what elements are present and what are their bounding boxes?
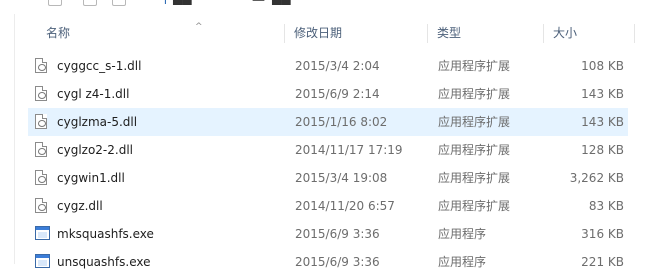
column-header-bar: 名称 ^ 修改日期 类型 大小	[15, 20, 635, 47]
dll-file-icon	[35, 198, 47, 213]
navigation-pane-edge	[0, 14, 15, 264]
toolbar-button-icon[interactable]	[112, 0, 126, 6]
file-row[interactable]: mksquashfs.exe 2015/6/9 3:36 应用程序 316 KB	[28, 220, 628, 248]
file-list: cyggcc_s-1.dll 2015/3/4 2:04 应用程序扩展 108 …	[28, 52, 628, 276]
column-header-size[interactable]: 大小	[544, 20, 635, 47]
file-size: 316 KB	[581, 227, 624, 241]
file-row-hovered[interactable]: cyglzma-5.dll 2015/1/16 8:02 应用程序扩展 143 …	[28, 108, 628, 136]
file-size: 221 KB	[581, 255, 624, 269]
file-row[interactable]: unsquashfs.exe 2015/6/9 3:36 应用程序 221 KB	[28, 248, 628, 276]
column-header-type[interactable]: 类型	[428, 20, 544, 47]
dll-file-icon	[35, 114, 47, 129]
toolbar-button-icon[interactable]	[83, 0, 97, 6]
file-date-modified: 2015/6/9 3:36	[295, 255, 380, 269]
column-divider[interactable]	[634, 24, 635, 43]
ribbon-toolbar: ↑ ▇▇ — ▇▇	[0, 0, 664, 14]
dll-file-icon	[35, 58, 47, 73]
file-type: 应用程序扩展	[438, 87, 511, 101]
file-row[interactable]: cygl z4-1.dll 2015/6/9 2:14 应用程序扩展 143 K…	[28, 80, 628, 108]
file-date-modified: 2015/1/16 8:02	[295, 115, 388, 129]
file-type: 应用程序	[438, 255, 487, 269]
file-type: 应用程序	[438, 227, 487, 241]
file-size: 83 KB	[588, 199, 624, 213]
file-name: cyglzma-5.dll	[57, 115, 138, 129]
toolbar-button-icon[interactable]	[48, 0, 62, 6]
file-date-modified: 2015/6/9 2:14	[295, 87, 380, 101]
file-date-modified: 2014/11/17 17:19	[295, 143, 403, 157]
file-name: unsquashfs.exe	[57, 255, 151, 269]
file-type: 应用程序扩展	[438, 199, 511, 213]
toolbar-item-cut-off[interactable]: ▇▇	[272, 0, 290, 5]
file-row[interactable]: cyggcc_s-1.dll 2015/3/4 2:04 应用程序扩展 108 …	[28, 52, 628, 80]
file-name: cygz.dll	[57, 199, 103, 213]
file-size: 3,262 KB	[569, 171, 624, 185]
file-type: 应用程序扩展	[438, 143, 511, 157]
file-size: 108 KB	[581, 59, 624, 73]
menu-icon[interactable]: —	[252, 0, 265, 8]
file-size: 143 KB	[581, 87, 624, 101]
file-type: 应用程序扩展	[438, 115, 511, 129]
file-date-modified: 2015/6/9 3:36	[295, 227, 380, 241]
dll-file-icon	[35, 170, 47, 185]
exe-file-icon	[35, 226, 50, 240]
file-row[interactable]: cygz.dll 2014/11/20 6:57 应用程序扩展 83 KB	[28, 192, 628, 220]
column-header-name[interactable]: 名称 ^	[15, 20, 285, 47]
file-name: mksquashfs.exe	[57, 227, 154, 241]
file-name: cygl z4-1.dll	[57, 87, 130, 101]
file-name: cyggcc_s-1.dll	[57, 59, 142, 73]
file-type: 应用程序扩展	[438, 59, 511, 73]
file-date-modified: 2015/3/4 19:08	[295, 171, 388, 185]
exe-file-icon	[35, 254, 50, 268]
file-row[interactable]: cygwin1.dll 2015/3/4 19:08 应用程序扩展 3,262 …	[28, 164, 628, 192]
file-size: 128 KB	[581, 143, 624, 157]
toolbar-item-cut-off[interactable]: ▇▇	[173, 0, 191, 5]
file-name: cyglzo2-2.dll	[57, 143, 133, 157]
column-header-date-modified[interactable]: 修改日期	[285, 20, 428, 47]
sort-indicator-icon: ^	[195, 22, 203, 32]
file-row[interactable]: cyglzo2-2.dll 2014/11/17 17:19 应用程序扩展 12…	[28, 136, 628, 164]
file-date-modified: 2014/11/20 6:57	[295, 199, 395, 213]
file-size: 143 KB	[581, 115, 624, 129]
file-type: 应用程序扩展	[438, 171, 511, 185]
dll-file-icon	[35, 86, 47, 101]
arrow-icon[interactable]: ↑	[160, 0, 171, 8]
file-name: cygwin1.dll	[57, 171, 125, 185]
file-date-modified: 2015/3/4 2:04	[295, 59, 380, 73]
dll-file-icon	[35, 142, 47, 157]
